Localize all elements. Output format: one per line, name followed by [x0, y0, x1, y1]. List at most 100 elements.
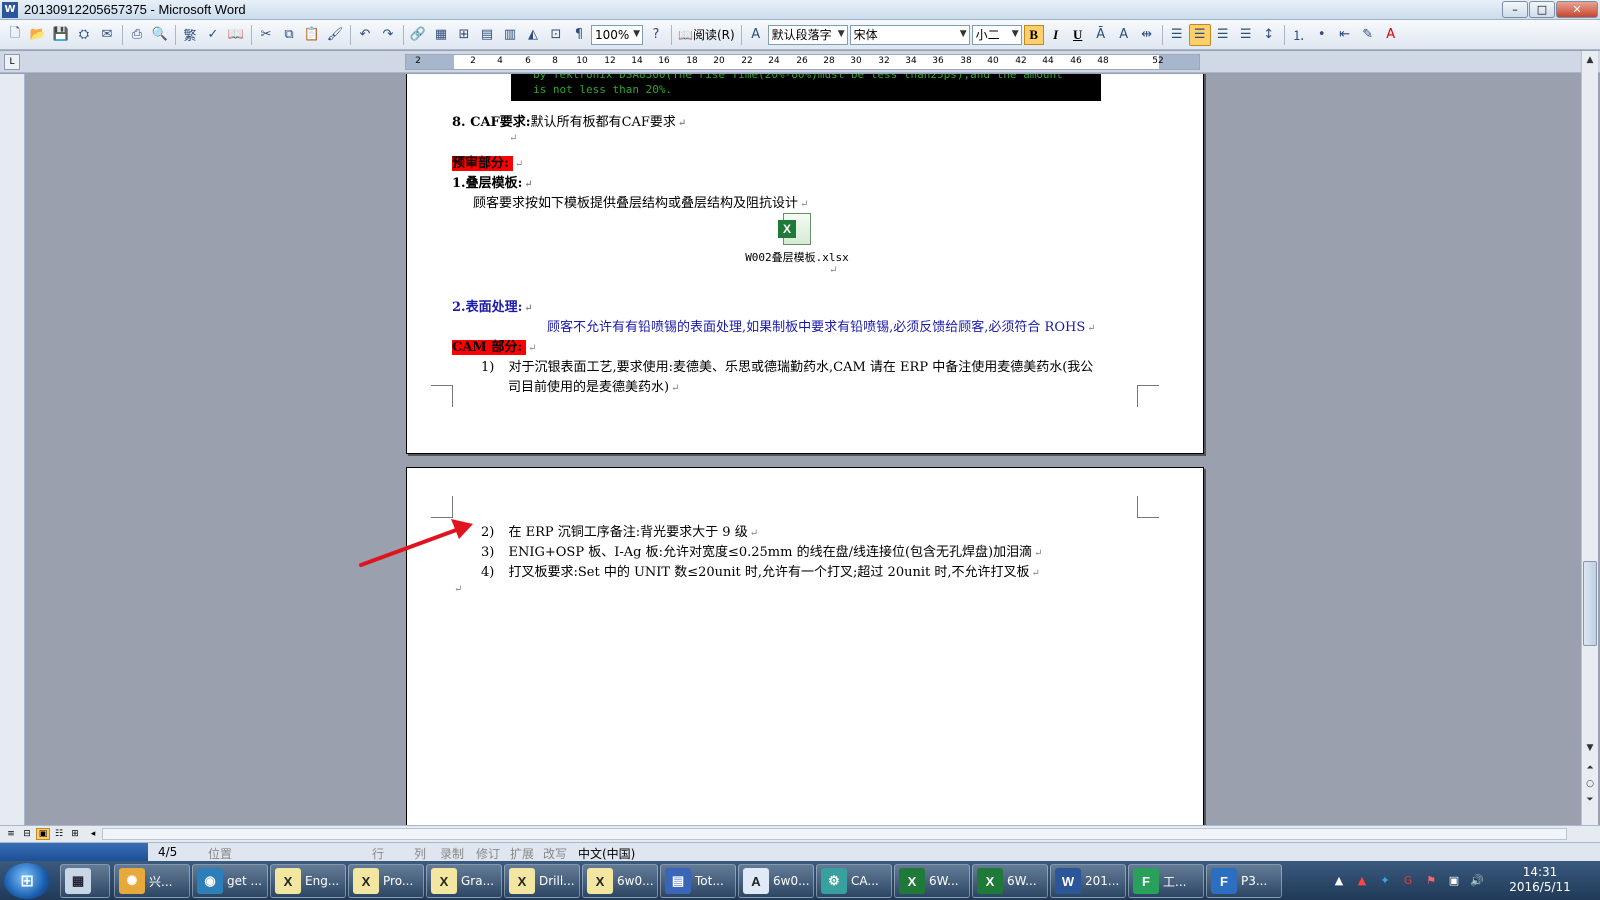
italic-button[interactable]: I: [1046, 25, 1066, 45]
spelling-icon[interactable]: ✓: [202, 24, 224, 46]
drawing-icon[interactable]: ◭: [522, 24, 544, 46]
font-size-select[interactable]: 小二 ▼: [971, 24, 1022, 45]
bold-button[interactable]: B: [1023, 24, 1044, 45]
record-macro-indicator[interactable]: 录制: [440, 845, 464, 862]
browse-object-icon[interactable]: ○: [1582, 777, 1598, 791]
taskbar-item[interactable]: X 6W...: [894, 864, 970, 898]
overtype-indicator[interactable]: 改写: [543, 845, 567, 862]
horizontal-scrollbar[interactable]: [102, 828, 1567, 840]
scroll-down-icon[interactable]: ▼: [1582, 741, 1598, 755]
print-preview-icon[interactable]: 🔍: [149, 24, 171, 46]
taskbar-item[interactable]: X 6W...: [972, 864, 1048, 898]
highlight-icon[interactable]: ✎: [1357, 24, 1379, 46]
char-border-icon[interactable]: Ā: [1090, 24, 1112, 46]
print-icon[interactable]: ⎙: [126, 24, 148, 46]
insert-table-icon[interactable]: ⊞: [453, 24, 475, 46]
taskbar-calculator[interactable]: ▦: [60, 864, 110, 898]
justify-icon[interactable]: ☰: [1235, 24, 1257, 46]
line-spacing-icon[interactable]: ↕: [1258, 24, 1280, 46]
document-map-icon[interactable]: ⊡: [545, 24, 567, 46]
bullets-icon[interactable]: •: [1311, 24, 1333, 46]
previous-page-icon[interactable]: ⏶: [1582, 761, 1598, 775]
tray-expand-icon[interactable]: ▲: [1330, 873, 1348, 889]
styles-pane-icon[interactable]: A: [745, 24, 767, 46]
network-icon[interactable]: ▣: [1445, 873, 1463, 889]
numbering-icon[interactable]: ⒈: [1288, 24, 1310, 46]
show-hide-icon[interactable]: ¶: [568, 24, 590, 46]
tab-selector[interactable]: L: [4, 54, 20, 70]
tray-app-icon[interactable]: ▲: [1353, 873, 1371, 889]
taskbar-item[interactable]: F 工...: [1128, 864, 1204, 898]
char-scale-icon[interactable]: ⇹: [1136, 24, 1158, 46]
print-view-icon[interactable]: ▣: [36, 828, 50, 840]
read-mode-button[interactable]: 📖 阅读(R): [675, 24, 738, 46]
close-button[interactable]: ✕: [1556, 1, 1598, 18]
taskbar-item[interactable]: ✺ 兴...: [114, 864, 190, 898]
horizontal-ruler[interactable]: 2 2 4 6 8 10 12 14 16 18 20 22 24 26 28 30 32 34 36 38 40 42 4…: [405, 54, 1200, 70]
tray-sync-icon[interactable]: ✦: [1376, 873, 1394, 889]
outline-view-icon[interactable]: ☷: [52, 828, 66, 840]
scroll-up-icon[interactable]: ▲: [1582, 53, 1598, 67]
research-icon[interactable]: 📖: [225, 24, 247, 46]
help-icon[interactable]: ?: [645, 24, 667, 46]
open-folder-icon[interactable]: 📂: [27, 24, 49, 46]
tray-g-icon[interactable]: G: [1399, 873, 1417, 889]
copy-icon[interactable]: ⧉: [278, 24, 300, 46]
minimize-button[interactable]: –: [1502, 1, 1528, 18]
system-clock[interactable]: 14:31 2016/5/11: [1505, 865, 1575, 895]
embedded-excel-object[interactable]: X W002叠层模板.xlsx: [737, 213, 857, 265]
zoom-select[interactable]: 100% ▼: [591, 24, 643, 45]
undo-icon[interactable]: ↶: [354, 24, 376, 46]
redo-icon[interactable]: ↷: [377, 24, 399, 46]
font-select[interactable]: 宋体 ▼: [849, 24, 970, 45]
taskbar-item[interactable]: X Gra...: [426, 864, 502, 898]
web-view-icon[interactable]: ⊟: [20, 828, 34, 840]
taskbar-item[interactable]: X Eng...: [270, 864, 346, 898]
cut-icon[interactable]: ✂: [255, 24, 277, 46]
taskbar-item[interactable]: W 201...: [1050, 864, 1126, 898]
taskbar-item[interactable]: X 6w0...: [582, 864, 658, 898]
track-changes-indicator[interactable]: 修订: [476, 845, 500, 862]
save-icon[interactable]: 💾: [50, 24, 72, 46]
align-left-icon[interactable]: ☰: [1166, 24, 1188, 46]
new-document-icon[interactable]: 🗋: [4, 24, 26, 46]
font-color-icon[interactable]: A: [1380, 24, 1402, 46]
hyperlink-icon[interactable]: 🔗: [407, 24, 429, 46]
char-shading-icon[interactable]: A: [1113, 24, 1135, 46]
taskbar-item[interactable]: F P3...: [1206, 864, 1282, 898]
taskbar-item[interactable]: ▤ Tot...: [660, 864, 736, 898]
columns-icon[interactable]: ▥: [499, 24, 521, 46]
scrollbar-thumb[interactable]: [1583, 561, 1597, 646]
taskbar-item[interactable]: A 6w0...: [738, 864, 814, 898]
extend-indicator[interactable]: 扩展: [510, 845, 534, 862]
traditional-chinese-icon[interactable]: 繁: [179, 24, 201, 46]
document-page[interactable]: 2) 在 ERP 沉铜工序备注:背光要求大于 9 级 ↵ 3) ENIG+OSP …: [406, 467, 1204, 825]
tray-flag-icon[interactable]: ⚑: [1422, 873, 1440, 889]
normal-view-icon[interactable]: ≡: [4, 828, 18, 840]
taskbar-item[interactable]: X Pro...: [348, 864, 424, 898]
maximize-button[interactable]: □: [1529, 1, 1555, 18]
style-select[interactable]: 默认段落字 ▼: [767, 24, 848, 45]
paste-icon[interactable]: 📋: [301, 24, 323, 46]
next-page-icon[interactable]: ⏷: [1582, 793, 1598, 807]
volume-icon[interactable]: 🔊: [1468, 873, 1486, 889]
taskbar-item[interactable]: ◉ get ...: [192, 864, 268, 898]
document-page[interactable]: by Tektronix DSA8300(The rise Time(20%-8…: [406, 74, 1204, 454]
email-icon[interactable]: ✉: [96, 24, 118, 46]
scroll-left-icon[interactable]: ◂: [86, 828, 100, 840]
align-center-icon[interactable]: ☰: [1188, 23, 1211, 46]
taskbar-item[interactable]: X Drill...: [504, 864, 580, 898]
taskbar-item[interactable]: ⚙ CA...: [816, 864, 892, 898]
reading-view-icon[interactable]: ⊞: [68, 828, 82, 840]
start-button[interactable]: ⊞: [4, 862, 50, 899]
tables-borders-icon[interactable]: ▦: [430, 24, 452, 46]
align-right-icon[interactable]: ☰: [1212, 24, 1234, 46]
vertical-scrollbar[interactable]: ▲ ▼ ⏶ ○ ⏷: [1581, 51, 1598, 825]
permission-icon[interactable]: ⛭: [73, 24, 95, 46]
word-app-icon[interactable]: W: [2, 1, 18, 18]
decrease-indent-icon[interactable]: ⇤: [1334, 24, 1356, 46]
item1-title: 1.叠层模板:: [452, 176, 523, 191]
format-painter-icon[interactable]: 🖌: [324, 24, 346, 46]
underline-button[interactable]: U: [1068, 25, 1088, 45]
insert-excel-icon[interactable]: ▤: [476, 24, 498, 46]
